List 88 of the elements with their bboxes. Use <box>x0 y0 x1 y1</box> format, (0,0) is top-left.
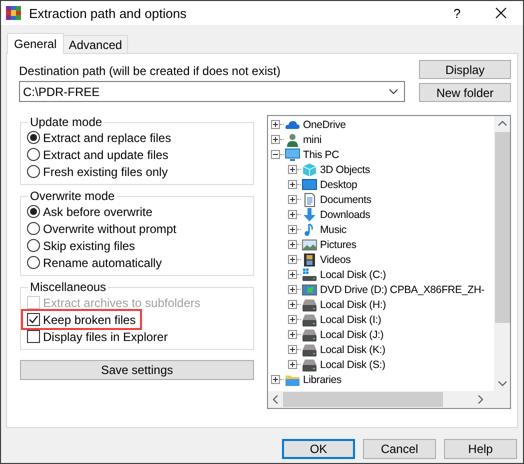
document-icon <box>302 192 318 206</box>
monitor-icon <box>285 148 300 162</box>
expand-toggle[interactable] <box>288 195 298 204</box>
expand-toggle[interactable] <box>288 255 298 264</box>
screen-icon <box>302 178 318 192</box>
tree-item[interactable]: DVD Drive (D:) CPBA_X86FRE_ZH- <box>320 284 484 296</box>
radio-button[interactable] <box>27 131 40 144</box>
expand-toggle[interactable] <box>288 180 298 189</box>
radio-option[interactable]: Ask before overwrite <box>27 203 248 220</box>
radio-button[interactable] <box>27 222 40 235</box>
radio-button[interactable] <box>27 239 40 252</box>
side-button[interactable]: New folder <box>419 83 511 102</box>
radio-button[interactable] <box>27 165 40 178</box>
tree-item[interactable]: Local Disk (C:) <box>320 268 386 280</box>
radio-option[interactable]: Extract and replace files <box>27 129 248 146</box>
tree-item[interactable]: Local Disk (I:) <box>320 314 382 326</box>
vertical-scrollbar[interactable] <box>494 116 510 391</box>
save-settings-button[interactable]: Save settings <box>20 360 254 380</box>
radio-option[interactable]: Skip existing files <box>27 237 248 254</box>
tree-item[interactable]: This PC <box>303 148 339 160</box>
expand-toggle[interactable] <box>288 240 298 249</box>
expand-toggle[interactable] <box>271 150 280 159</box>
tree-item[interactable]: Videos <box>320 254 351 266</box>
film-icon <box>302 252 318 266</box>
radio-option[interactable]: Extract and update files <box>27 146 248 163</box>
dialog-button[interactable]: Cancel <box>363 439 436 459</box>
tree-item[interactable]: Desktop <box>320 178 358 190</box>
chevron-right-icon[interactable] <box>478 395 483 404</box>
books-icon <box>6 5 22 21</box>
chevron-down-icon[interactable] <box>498 381 506 386</box>
tree-item[interactable]: OneDrive <box>303 118 346 130</box>
window-title: Extraction path and options <box>29 6 187 20</box>
expand-toggle[interactable] <box>288 345 298 354</box>
dialog-button[interactable]: Help <box>444 439 517 459</box>
dialog-button[interactable]: OK <box>282 439 355 459</box>
expand-toggle[interactable] <box>288 285 298 294</box>
chevron-up-icon[interactable] <box>498 121 506 126</box>
tab[interactable]: General <box>7 33 64 54</box>
destination-label: Destination path (will be created if does not exist) <box>19 64 282 78</box>
tree-item[interactable]: Documents <box>320 194 372 206</box>
radio-button[interactable] <box>27 256 40 269</box>
expand-toggle[interactable] <box>288 360 298 369</box>
checkbox[interactable] <box>27 313 40 326</box>
tree-item[interactable]: mini <box>303 134 322 146</box>
cube-icon <box>302 162 318 176</box>
expand-toggle[interactable] <box>271 375 280 384</box>
tree-item[interactable]: Downloads <box>320 208 370 220</box>
side-button[interactable]: Display <box>419 60 511 79</box>
disc-drive-icon <box>302 282 318 296</box>
expand-toggle[interactable] <box>288 270 298 279</box>
tree-item[interactable]: 3D Objects <box>320 164 370 176</box>
checkbox-option[interactable]: Keep broken files <box>23 311 140 328</box>
tree-item[interactable]: Music <box>320 224 346 236</box>
picture-icon <box>302 238 318 252</box>
tree-item[interactable]: Local Disk (J:) <box>320 328 384 340</box>
checkbox[interactable] <box>27 330 40 343</box>
tree-item[interactable]: Local Disk (H:) <box>320 298 386 310</box>
drive-icon <box>302 268 318 282</box>
expand-toggle[interactable] <box>288 165 298 174</box>
expand-toggle[interactable] <box>288 225 298 234</box>
help-button[interactable]: ? <box>435 1 479 25</box>
folder-icon <box>285 372 300 386</box>
group-title: Overwrite mode <box>29 189 116 203</box>
expand-toggle[interactable] <box>288 315 298 324</box>
tree-item[interactable]: Libraries <box>303 374 342 386</box>
user-icon <box>285 132 300 146</box>
tab[interactable]: Advanced <box>62 35 128 53</box>
down-arrow-icon <box>302 208 318 222</box>
chevron-down-icon <box>389 89 398 94</box>
tree-item[interactable]: Pictures <box>320 238 356 250</box>
expand-toggle[interactable] <box>288 330 298 339</box>
expand-toggle[interactable] <box>288 210 298 219</box>
expand-toggle[interactable] <box>288 300 298 309</box>
path-combo-box[interactable]: C:\PDR-FREE <box>19 81 405 102</box>
radio-button[interactable] <box>27 148 40 161</box>
close-icon <box>495 7 507 19</box>
group-title: Miscellaneous <box>29 280 108 294</box>
tree-item[interactable]: Local Disk (K:) <box>320 344 386 356</box>
radio-button[interactable] <box>27 205 40 218</box>
radio-option[interactable]: Overwrite without prompt <box>27 220 248 237</box>
checkbox-option[interactable]: Display files in Explorer <box>27 328 248 345</box>
chevron-left-icon[interactable] <box>273 395 278 404</box>
tree-item[interactable]: Local Disk (S:) <box>320 358 386 370</box>
radio-option[interactable]: Fresh existing files only <box>27 163 248 180</box>
expand-toggle[interactable] <box>271 135 280 144</box>
expand-toggle[interactable] <box>271 120 280 129</box>
radio-option[interactable]: Rename automatically <box>27 254 248 271</box>
group-title: Update mode <box>29 115 104 129</box>
